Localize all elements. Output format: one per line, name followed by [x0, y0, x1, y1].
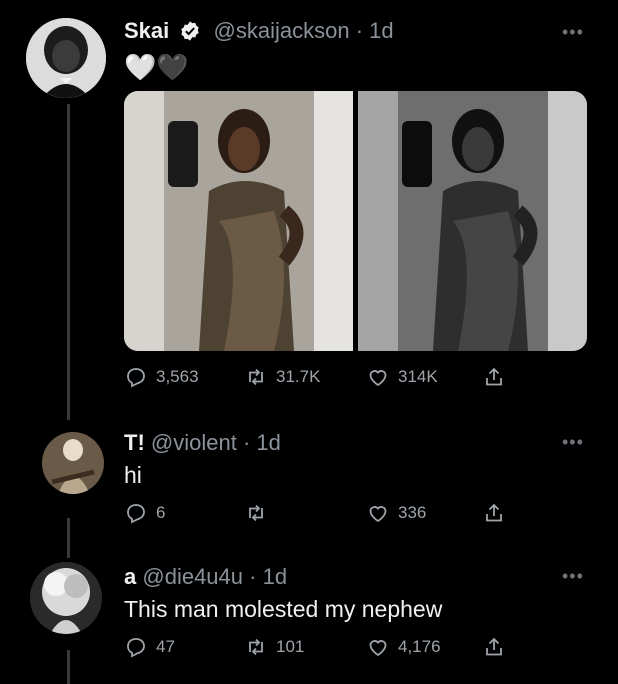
- retweet-button[interactable]: 101: [244, 635, 304, 659]
- media-photo-color[interactable]: [124, 91, 353, 351]
- retweet-count: 101: [276, 637, 305, 656]
- tweet-text: hi: [124, 462, 142, 488]
- more-icon[interactable]: •••: [562, 566, 584, 587]
- thread-line: [67, 518, 70, 558]
- heart-icon: [369, 640, 387, 657]
- display-name[interactable]: T!: [124, 430, 145, 455]
- reply-count: 3,563: [156, 367, 199, 386]
- tweet-actions: 47 101 4,176: [124, 635, 594, 665]
- like-count: 314K: [398, 367, 438, 386]
- tweet-header: T! @violent · 1d: [124, 430, 281, 456]
- retweet-icon: [249, 504, 263, 522]
- media-grid: [124, 91, 587, 351]
- reply-count: 6: [156, 503, 166, 522]
- display-name[interactable]: a: [124, 564, 136, 589]
- reply-icon: [127, 504, 145, 524]
- heart-icon: [369, 370, 387, 387]
- share-button[interactable]: [482, 365, 506, 389]
- reply-icon: [127, 638, 145, 658]
- handle[interactable]: @violent: [151, 430, 237, 455]
- retweet-button[interactable]: [244, 501, 276, 525]
- handle[interactable]: @skaijackson: [214, 18, 350, 43]
- share-icon: [486, 503, 502, 522]
- share-button[interactable]: [482, 501, 506, 525]
- tweet-text: 🤍🖤: [124, 52, 189, 82]
- share-icon: [486, 637, 502, 656]
- thread-line: [67, 104, 70, 420]
- handle[interactable]: @die4u4u: [142, 564, 243, 589]
- reply-button[interactable]: 3,563: [124, 365, 199, 389]
- like-count: 336: [398, 503, 427, 522]
- avatar[interactable]: [30, 562, 102, 634]
- reply-button[interactable]: 6: [124, 501, 165, 525]
- reply-count: 47: [156, 637, 175, 656]
- retweet-button[interactable]: 31.7K: [244, 365, 320, 389]
- retweet-icon: [249, 638, 263, 656]
- media-photo-bw[interactable]: [358, 91, 587, 351]
- share-button[interactable]: [482, 635, 506, 659]
- retweet-count: 31.7K: [276, 367, 321, 386]
- more-icon[interactable]: •••: [562, 432, 584, 453]
- tweet-actions: 6 336: [124, 501, 594, 531]
- more-icon[interactable]: •••: [562, 22, 584, 43]
- share-icon: [486, 367, 502, 386]
- avatar[interactable]: [42, 432, 104, 494]
- timestamp[interactable]: · 1d: [249, 564, 287, 589]
- timestamp[interactable]: · 1d: [356, 18, 394, 43]
- like-button[interactable]: 4,176: [366, 635, 441, 659]
- verified-badge-icon: [179, 20, 201, 42]
- like-button[interactable]: 336: [366, 501, 426, 525]
- tweet-header: a @die4u4u · 1d: [124, 564, 287, 590]
- display-name[interactable]: Skai: [124, 18, 169, 43]
- timestamp[interactable]: · 1d: [243, 430, 281, 455]
- avatar[interactable]: [26, 18, 106, 98]
- tweet-text: This man molested my nephew: [124, 596, 443, 622]
- reply-button[interactable]: 47: [124, 635, 175, 659]
- retweet-icon: [249, 368, 263, 386]
- like-button[interactable]: 314K: [366, 365, 438, 389]
- tweet-header: Skai @skaijackson · 1d: [124, 18, 394, 44]
- tweet-actions: 3,563 31.7K 314K: [124, 365, 594, 395]
- reply-icon: [127, 368, 145, 388]
- thread-line: [67, 650, 70, 684]
- heart-icon: [369, 506, 387, 523]
- like-count: 4,176: [398, 637, 441, 656]
